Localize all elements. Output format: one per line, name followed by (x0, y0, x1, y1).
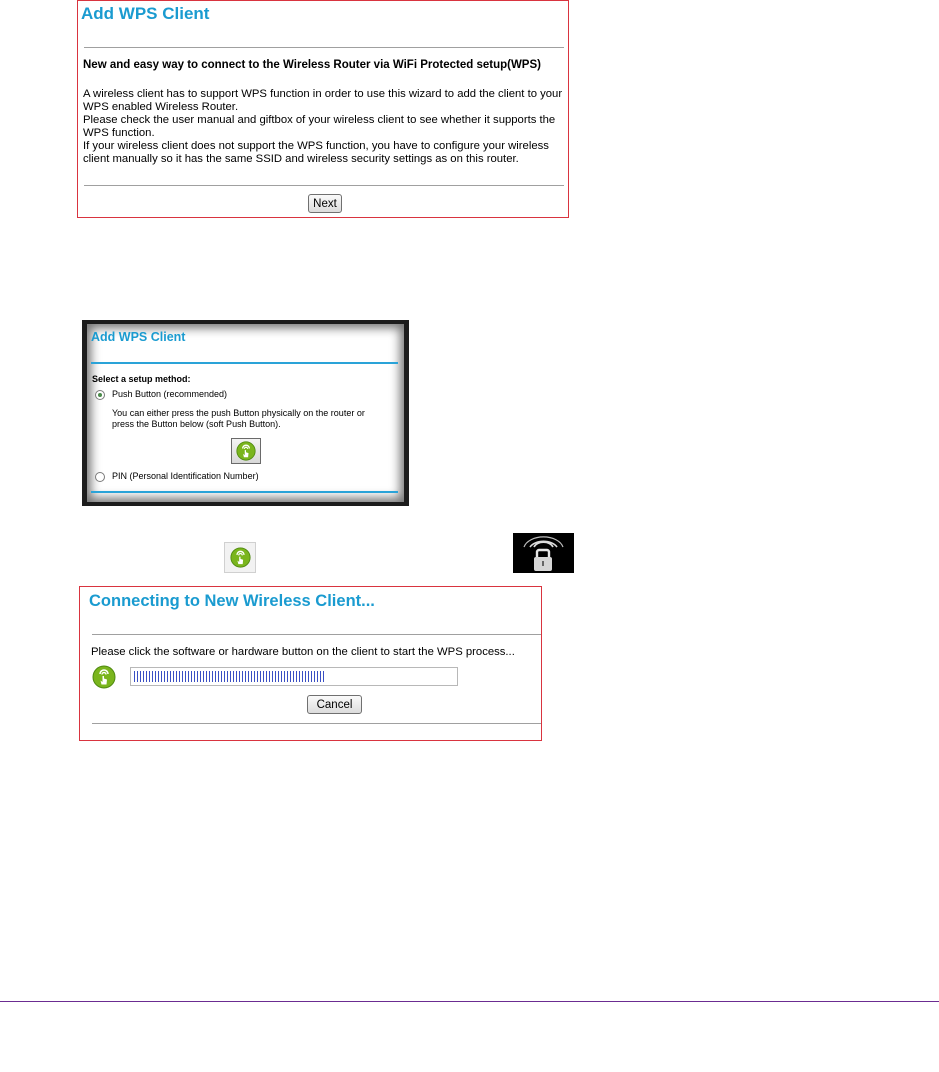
description-paragraph: A wireless client has to support WPS fun… (83, 88, 563, 113)
cancel-button[interactable]: Cancel (307, 695, 362, 714)
wps-icon (236, 441, 256, 461)
lock-icon (523, 536, 564, 571)
panel-title: Connecting to New Wireless Client... (89, 592, 375, 610)
panel-title: Add WPS Client (81, 4, 210, 23)
progress-fill (134, 671, 326, 682)
divider (92, 634, 541, 635)
push-button-option-label: Push Button (recommended) (112, 389, 228, 399)
wireless-lock-icon (513, 533, 574, 573)
setup-method-panel: Add WPS Client Select a setup method: Pu… (87, 324, 404, 502)
panel-description: A wireless client has to support WPS fun… (83, 88, 565, 165)
connecting-panel: Connecting to New Wireless Client... Ple… (79, 586, 542, 741)
divider (91, 362, 398, 364)
divider (92, 723, 541, 724)
wps-icon (230, 547, 251, 568)
divider (84, 47, 564, 48)
push-button-description: You can either press the push Button phy… (112, 408, 365, 418)
soft-push-button[interactable] (231, 438, 261, 464)
next-button[interactable]: Next (308, 194, 342, 213)
pin-radio[interactable] (95, 472, 105, 482)
wps-icon (92, 665, 116, 689)
panel-heading: New and easy way to connect to the Wirel… (83, 59, 541, 71)
divider (91, 491, 398, 493)
wps-progress-bar (130, 667, 458, 686)
footer-rule (0, 1001, 939, 1002)
panel-title: Add WPS Client (91, 330, 186, 344)
description-paragraph: If your wireless client does not support… (83, 139, 549, 165)
wps-push-button-icon (224, 542, 256, 573)
add-wps-client-panel: Add WPS Client New and easy way to conne… (77, 0, 569, 218)
wps-instruction-text: Please click the software or hardware bu… (91, 646, 515, 658)
setup-method-screenshot: Add WPS Client Select a setup method: Pu… (82, 320, 409, 506)
push-button-radio[interactable] (95, 390, 105, 400)
divider (84, 185, 564, 186)
setup-method-prompt: Select a setup method: (92, 374, 191, 384)
push-button-description: press the Button below (soft Push Button… (112, 419, 281, 429)
pin-option-label: PIN (Personal Identification Number) (112, 471, 259, 481)
description-paragraph: Please check the user manual and giftbox… (83, 113, 556, 139)
